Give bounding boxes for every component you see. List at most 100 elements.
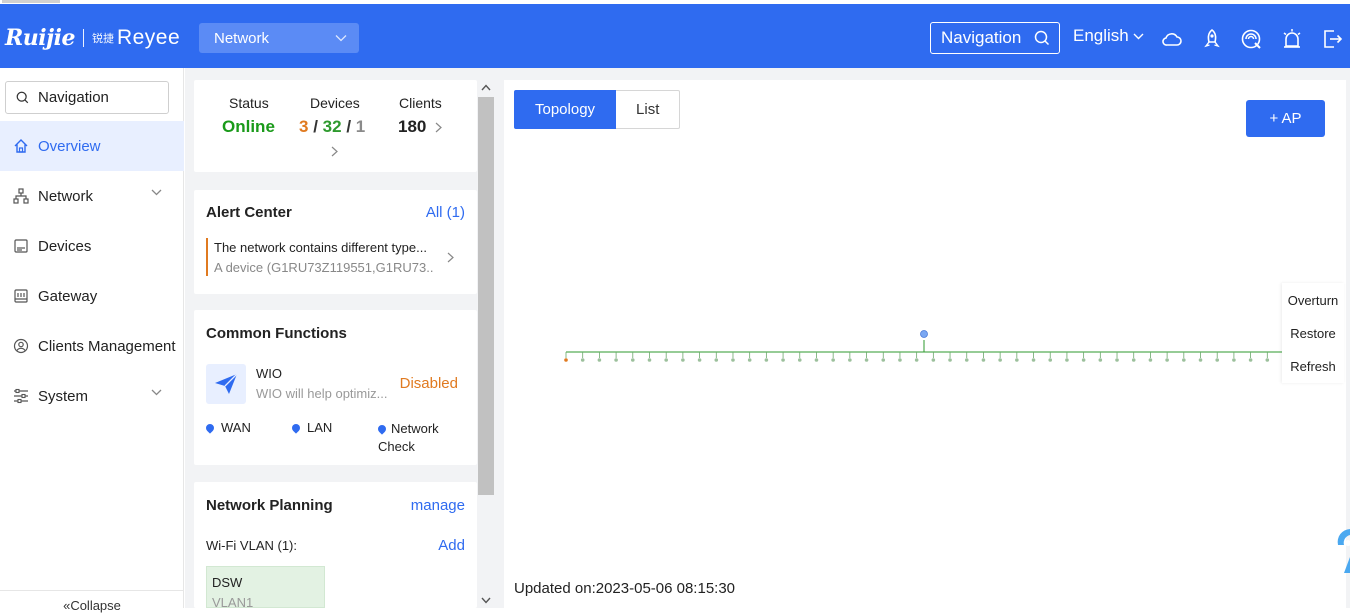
topology-node[interactable] [1048, 358, 1053, 362]
topology-node[interactable] [1131, 358, 1136, 362]
help-assistant-icon[interactable] [1334, 527, 1350, 573]
topology-node[interactable] [964, 358, 969, 362]
topology-node[interactable] [981, 358, 986, 362]
wio-name: WIO [256, 366, 282, 381]
topology-node[interactable] [747, 358, 752, 362]
alarm-icon[interactable] [1281, 28, 1303, 50]
topology-node[interactable] [630, 358, 635, 362]
logout-icon[interactable] [1321, 28, 1343, 50]
wio-status[interactable]: Disabled [400, 375, 458, 392]
topology-root-node[interactable] [920, 330, 928, 338]
sidebar-item-label: Devices [38, 237, 92, 255]
status-card: Status Online Devices 3 / 32 / 1 Clients… [194, 80, 477, 172]
topology-node[interactable] [731, 358, 735, 362]
topology-icon [13, 188, 29, 204]
topology-node[interactable] [597, 358, 602, 362]
sidebar-search-input[interactable]: Navigation [5, 81, 169, 114]
wio-description: WIO will help optimiz... [256, 386, 388, 401]
topology-node[interactable] [1098, 358, 1103, 362]
topology-node[interactable] [697, 358, 702, 362]
view-tabs: Topology List [514, 90, 681, 129]
vlan-ssid: DSW [212, 575, 243, 590]
topology-node[interactable] [681, 358, 685, 362]
tab-topology[interactable]: Topology [514, 90, 617, 129]
sidebar-item-gateway[interactable]: Gateway [0, 271, 184, 321]
topology-node[interactable] [1065, 358, 1069, 362]
topology-node[interactable] [797, 358, 802, 362]
alert-message[interactable]: The network contains different type... [214, 240, 434, 255]
topology-node[interactable] [1215, 358, 1220, 362]
devices-total-count: 32 [322, 117, 342, 136]
wifi-vlan-label: Wi-Fi VLAN (1): [206, 538, 297, 553]
updated-timestamp: Updated on:2023-05-06 08:15:30 [514, 580, 736, 597]
refresh-button[interactable]: Refresh [1282, 359, 1344, 374]
topology-node[interactable] [664, 358, 668, 362]
topology-node[interactable] [564, 358, 568, 362]
topology-node[interactable] [714, 358, 719, 362]
topology-node[interactable] [848, 358, 852, 362]
sidebar-item-overview[interactable]: Overview [0, 121, 184, 171]
network-check-link[interactable]: Network Check [376, 420, 458, 456]
topology-node[interactable] [647, 358, 652, 362]
topology-node[interactable] [998, 358, 1002, 362]
rocket-icon[interactable] [1201, 28, 1223, 50]
navigation-search-button[interactable]: Navigation [930, 22, 1060, 54]
language-select[interactable]: English [1073, 26, 1144, 46]
topology-node[interactable] [881, 358, 886, 362]
sidebar-item-label: Overview [38, 137, 101, 155]
collapse-button[interactable]: «Collapse [0, 590, 184, 613]
restore-button[interactable]: Restore [1282, 326, 1344, 341]
topology-node[interactable] [948, 358, 952, 362]
wan-link[interactable]: WAN [204, 420, 251, 435]
network-check-label: Network Check [378, 421, 439, 454]
devices-counts[interactable]: 3 / 32 / 1 [299, 117, 365, 137]
topology-node[interactable] [831, 358, 835, 362]
chevron-right-icon[interactable] [331, 146, 338, 157]
network-select[interactable]: Network [199, 23, 359, 53]
topology-node[interactable] [781, 358, 785, 362]
topology-node[interactable] [1182, 358, 1186, 362]
topology-node[interactable] [1165, 358, 1169, 362]
cloud-icon[interactable] [1161, 28, 1183, 50]
scroll-up-arrow-icon[interactable] [481, 84, 491, 91]
topology-node[interactable] [1265, 358, 1270, 362]
topology-node[interactable] [1148, 358, 1153, 362]
chevron-right-icon[interactable] [447, 252, 454, 263]
location-pin-icon [204, 421, 216, 434]
topology-node[interactable] [580, 358, 585, 362]
vlan-item[interactable]: DSW VLAN1 [206, 566, 325, 610]
topology-node[interactable] [931, 358, 936, 362]
overturn-button[interactable]: Overturn [1282, 293, 1344, 308]
scroll-down-arrow-icon[interactable] [481, 597, 491, 604]
add-vlan-link[interactable]: Add [438, 537, 465, 554]
topology-node[interactable] [1232, 358, 1236, 362]
topology-node[interactable] [1081, 358, 1086, 362]
topology-node[interactable] [1015, 358, 1019, 362]
alert-all-link[interactable]: All (1) [426, 204, 465, 221]
sidebar-item-system[interactable]: System [0, 371, 184, 421]
chevron-right-icon[interactable] [435, 122, 442, 133]
clients-value[interactable]: 180 [398, 117, 426, 137]
sidebar-item-clients-management[interactable]: Clients Management [0, 321, 184, 371]
lan-link[interactable]: LAN [290, 420, 332, 435]
topology-node[interactable] [814, 358, 819, 362]
topology-node[interactable] [614, 358, 618, 362]
sidebar-item-network[interactable]: Network [0, 171, 184, 221]
topology-canvas[interactable] [504, 300, 1346, 390]
tab-list[interactable]: List [616, 90, 681, 129]
topology-node[interactable] [1031, 358, 1036, 362]
sidebar-item-devices[interactable]: Devices [0, 221, 184, 271]
topology-node[interactable] [1115, 358, 1119, 362]
add-ap-button[interactable]: + AP [1246, 100, 1325, 137]
topology-node[interactable] [764, 358, 769, 362]
topology-node[interactable] [1198, 358, 1203, 362]
network-check-icon[interactable] [1240, 28, 1262, 50]
manage-link[interactable]: manage [411, 497, 465, 514]
topology-node[interactable] [914, 358, 919, 362]
topology-node[interactable] [1248, 358, 1253, 362]
brand-logo[interactable]: Ruijie 锐捷 Reyee [5, 25, 180, 51]
alert-detail[interactable]: A device (G1RU73Z119551,G1RU73... [214, 260, 434, 275]
topology-node[interactable] [864, 358, 869, 362]
dashboard-scrollbar-thumb[interactable] [478, 97, 494, 495]
topology-node[interactable] [898, 358, 902, 362]
